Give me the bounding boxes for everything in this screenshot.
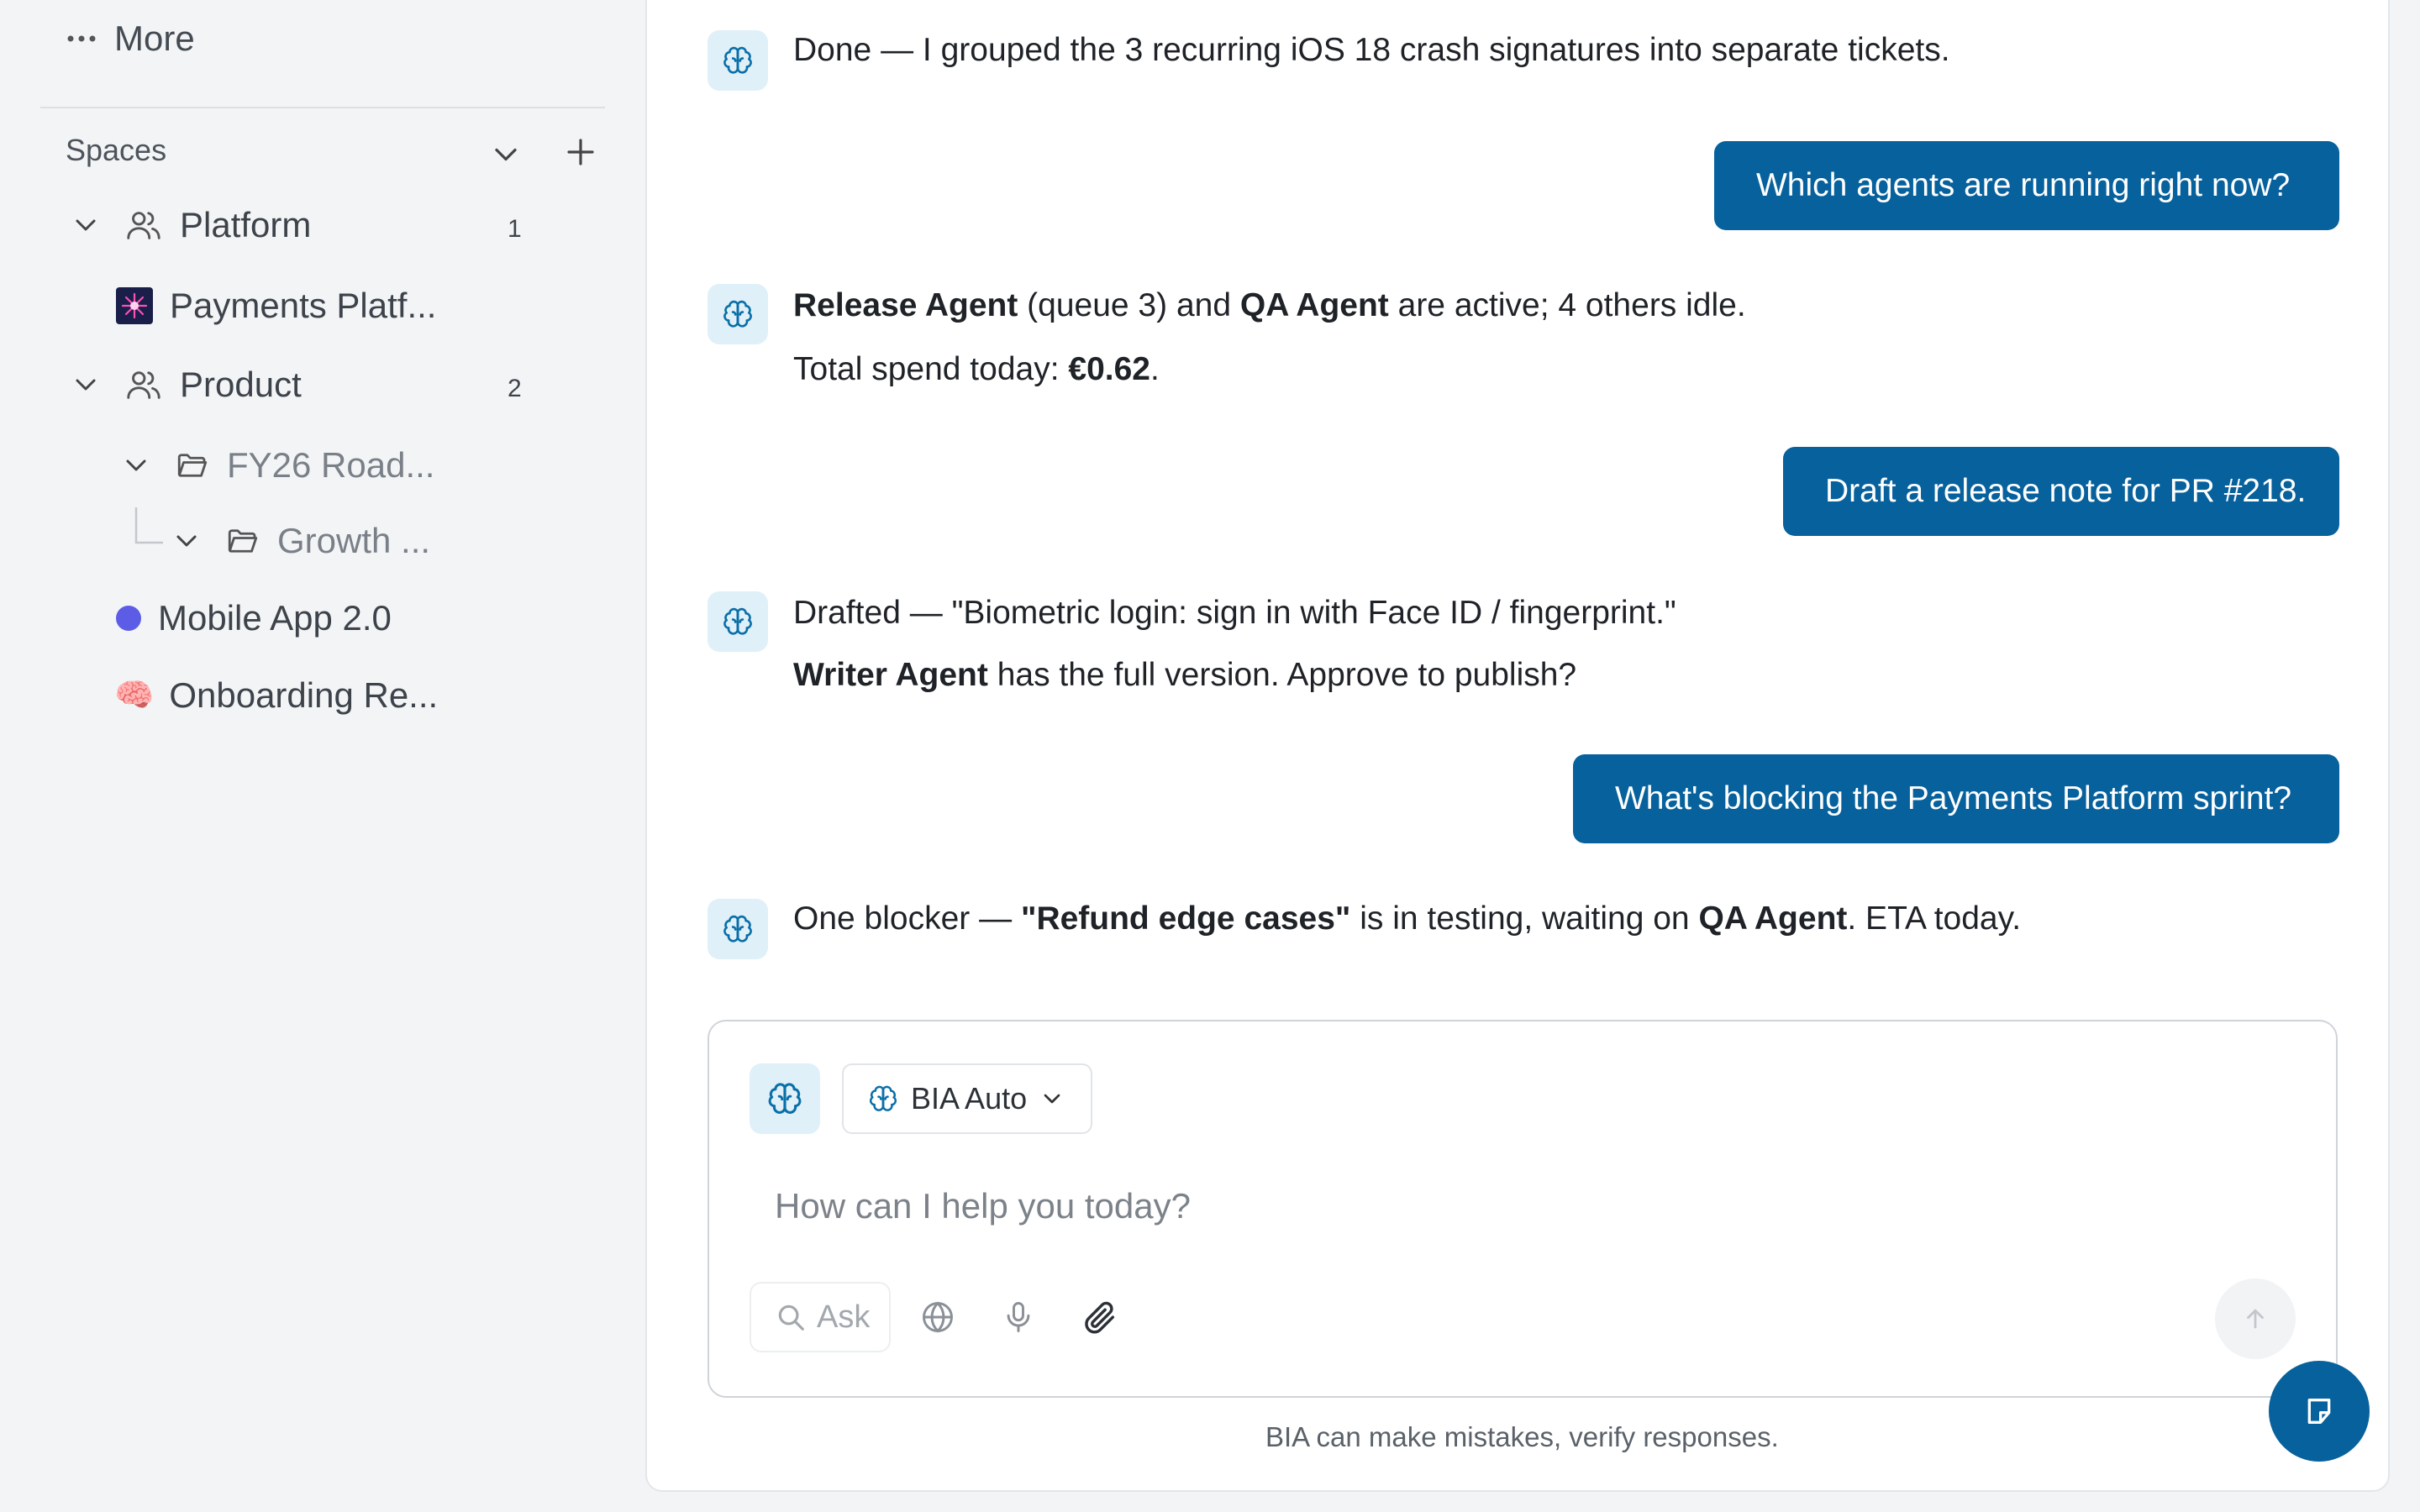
- ticket-name: "Refund edge cases": [1020, 900, 1351, 937]
- sidebar-item-label: Mobile App 2.0: [158, 598, 392, 638]
- sidebar-item-fy26-roadmap[interactable]: FY26 Road...: [119, 445, 434, 486]
- assistant-brain-icon: [708, 284, 768, 344]
- folder-icon: [225, 523, 260, 559]
- message-line: Total spend today: €0.62.: [793, 346, 1746, 393]
- sidebar-item-product[interactable]: Product: [69, 365, 302, 405]
- sidebar-item-label: Growth ...: [277, 521, 431, 560]
- sidebar-item-label: Onboarding Re...: [169, 675, 439, 715]
- send-button[interactable]: [2215, 1278, 2296, 1359]
- sidebar-item-mobile-app[interactable]: Mobile App 2.0: [116, 598, 392, 638]
- more-button[interactable]: More: [67, 15, 195, 62]
- message-line: Drafted — "Biometric login: sign in with…: [793, 595, 1676, 631]
- message-line: Release Agent (queue 3) and QA Agent are…: [793, 282, 1746, 329]
- status-dot-icon: [116, 606, 141, 631]
- product-count-badge: 2: [508, 375, 522, 402]
- message-line: Writer Agent has the full version. Appro…: [793, 652, 1676, 699]
- assistant-brain-icon: [708, 30, 768, 91]
- agent-name: QA Agent: [1698, 900, 1848, 937]
- assistant-brain-icon: [708, 899, 768, 959]
- brain-icon: [867, 1083, 899, 1115]
- message-text: has the full version. Approve to publish…: [987, 657, 1577, 693]
- note-edit-icon: [2302, 1394, 2336, 1428]
- message-text: (queue 3) and: [1018, 287, 1240, 323]
- user-message-bubble: Which agents are running right now?: [1714, 141, 2339, 230]
- spend-amount: €0.62: [1068, 351, 1150, 387]
- assistant-message: Drafted — "Biometric login: sign in with…: [793, 590, 1676, 699]
- chat-composer: BIA Auto How can I help you today? Ask: [708, 1020, 2338, 1398]
- globe-icon[interactable]: [919, 1299, 956, 1336]
- paperclip-icon[interactable]: [1081, 1299, 1119, 1337]
- users-icon: [124, 206, 163, 244]
- chevron-down-icon[interactable]: [69, 368, 103, 402]
- spaces-heading: Spaces: [66, 133, 167, 167]
- sidebar-item-label: FY26 Road...: [227, 445, 435, 485]
- new-note-button[interactable]: [2269, 1361, 2370, 1462]
- assistant-message: Done — I grouped the 3 recurring iOS 18 …: [793, 32, 1950, 68]
- ask-mode-button[interactable]: Ask: [750, 1282, 891, 1352]
- platform-count-badge: 1: [508, 215, 522, 243]
- sidebar-item-platform[interactable]: Platform: [69, 205, 311, 245]
- disclaimer-text: BIA can make mistakes, verify responses.: [1265, 1421, 1779, 1452]
- assistant-message: Release Agent (queue 3) and QA Agent are…: [793, 282, 1746, 393]
- project-thumbnail-icon: [116, 287, 153, 324]
- assistant-brain-icon: [708, 591, 768, 652]
- users-icon: [124, 365, 163, 404]
- sidebar-item-label: Product: [180, 365, 302, 404]
- message-text: . ETA today.: [1847, 900, 2022, 937]
- microphone-icon[interactable]: [1000, 1299, 1037, 1336]
- folder-icon: [175, 448, 210, 483]
- user-message-bubble: Draft a release note for PR #218.: [1783, 447, 2339, 536]
- sidebar-item-payments-platform[interactable]: Payments Platf...: [116, 286, 436, 326]
- model-selector-button[interactable]: BIA Auto: [842, 1063, 1092, 1134]
- message-text: .: [1150, 351, 1160, 387]
- arrow-up-icon: [2241, 1305, 2270, 1333]
- model-label: BIA Auto: [911, 1081, 1028, 1116]
- sidebar-item-growth[interactable]: Growth ...: [170, 521, 430, 561]
- message-text: One blocker —: [793, 900, 1021, 937]
- sidebar-item-onboarding[interactable]: 🧠 Onboarding Re...: [114, 675, 438, 716]
- message-text: are active; 4 others idle.: [1388, 287, 1746, 323]
- user-message-bubble: What's blocking the Payments Platform sp…: [1573, 754, 2339, 843]
- chevron-down-icon[interactable]: [170, 524, 203, 558]
- sidebar: More Spaces Platform 1 Payments Platf...…: [0, 0, 645, 1512]
- sidebar-divider: [40, 107, 605, 108]
- more-label: More: [114, 18, 195, 58]
- agent-name: QA Agent: [1239, 287, 1389, 323]
- message-text: Total spend today:: [793, 351, 1069, 387]
- assistant-brain-icon[interactable]: [750, 1063, 820, 1134]
- chevron-down-icon[interactable]: [119, 449, 153, 482]
- assistant-message: One blocker — "Refund edge cases" is in …: [793, 895, 2021, 942]
- message-text: is in testing, waiting on: [1350, 900, 1699, 937]
- agent-name: Writer Agent: [793, 657, 988, 693]
- tree-connector: [134, 507, 168, 544]
- ellipsis-icon: [67, 34, 96, 43]
- sidebar-item-label: Payments Platf...: [170, 286, 437, 325]
- message-input[interactable]: How can I help you today?: [775, 1186, 1191, 1226]
- chevron-down-icon: [1039, 1085, 1065, 1112]
- ask-label: Ask: [817, 1299, 871, 1335]
- collapse-spaces-chevron-icon[interactable]: [487, 136, 524, 173]
- agent-name: Release Agent: [793, 287, 1018, 323]
- sidebar-item-label: Platform: [180, 205, 312, 244]
- add-space-plus-icon[interactable]: [563, 134, 598, 170]
- chevron-down-icon[interactable]: [69, 208, 103, 242]
- search-icon: [775, 1301, 807, 1333]
- brain-emoji-icon: 🧠: [114, 678, 155, 713]
